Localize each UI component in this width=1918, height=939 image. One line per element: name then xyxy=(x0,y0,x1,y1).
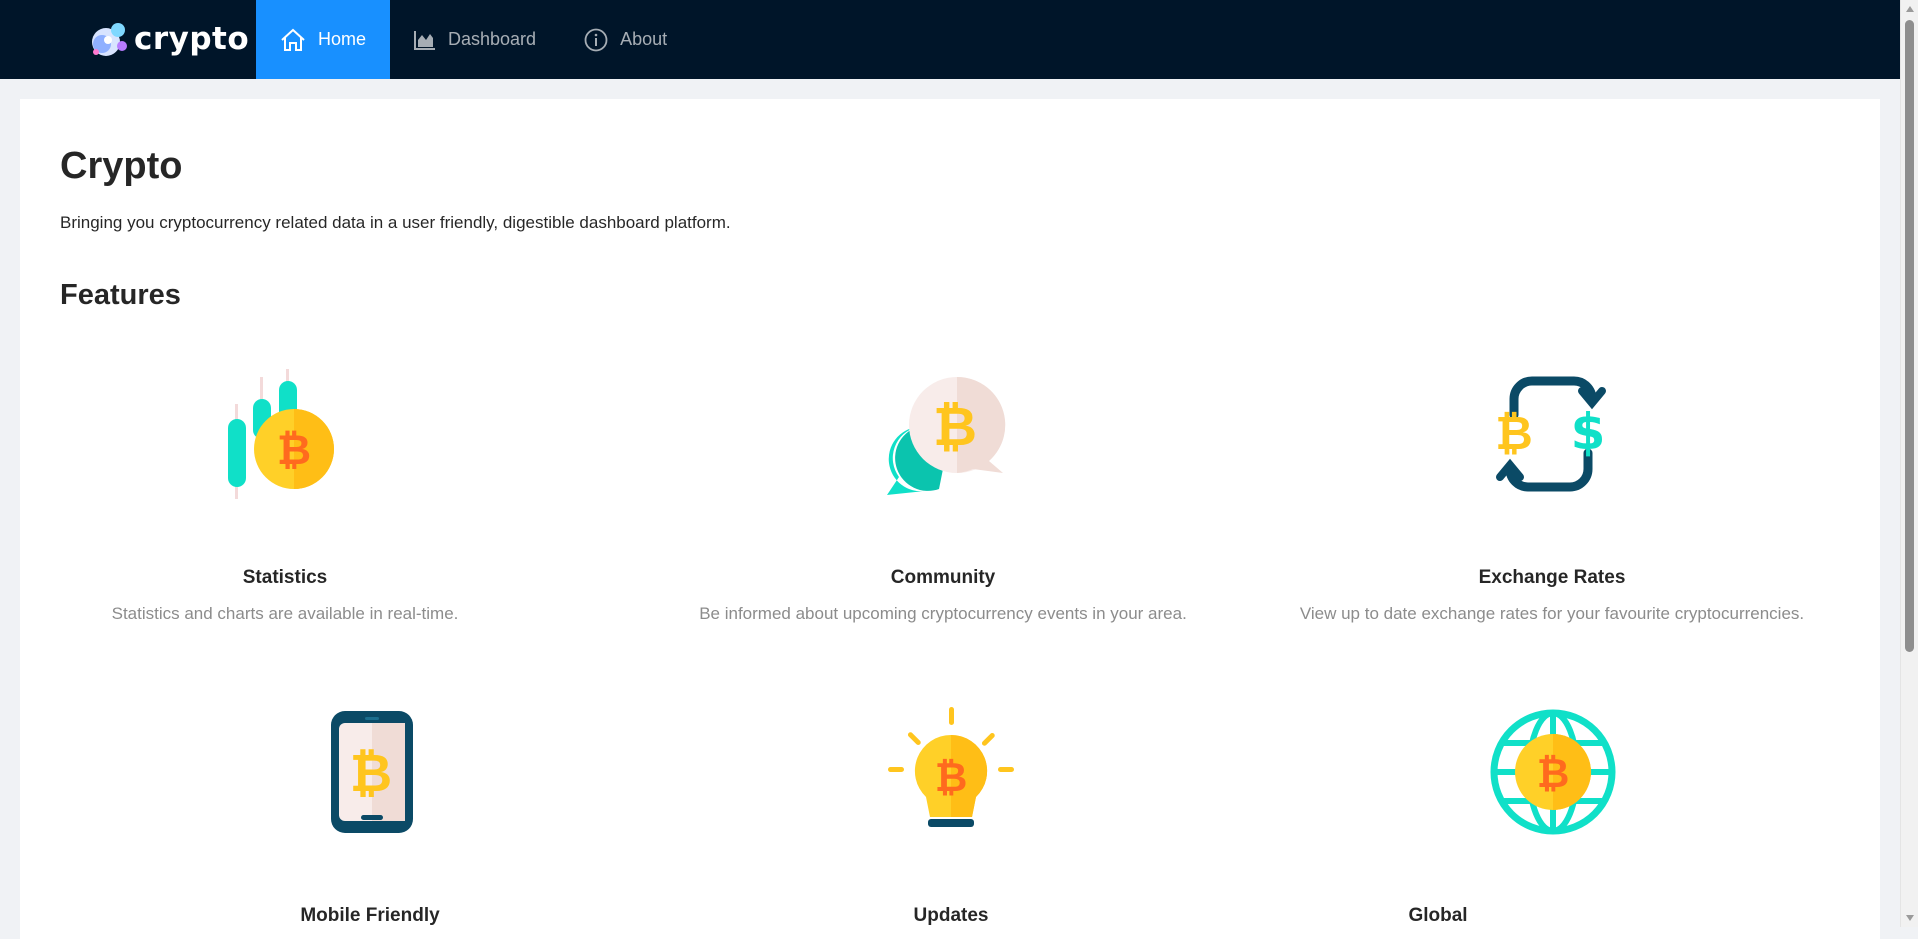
svg-text:₿: ₿ xyxy=(350,744,392,804)
scroll-up-arrow-icon[interactable] xyxy=(1906,6,1914,12)
home-icon xyxy=(281,28,305,51)
exchange-bitcoin-dollar-icon: ₿ $ xyxy=(1495,376,1606,492)
nav-home[interactable]: Home xyxy=(256,0,390,79)
scroll-down-arrow-icon[interactable] xyxy=(1906,915,1914,921)
crypto-logo-icon xyxy=(92,23,127,56)
chat-bitcoin-icon: ₿ xyxy=(887,376,1006,495)
feature-title: Global xyxy=(1408,905,1468,926)
area-chart-icon xyxy=(414,30,435,50)
svg-text:₿: ₿ xyxy=(1537,751,1570,797)
brand-name: crypto xyxy=(134,21,250,57)
svg-text:₿: ₿ xyxy=(1495,406,1533,460)
content-card: Crypto Bringing you cryptocurrency relat… xyxy=(20,99,1880,939)
feature-title: Mobile Friendly xyxy=(300,905,440,926)
main-menu: Home Dashboard About xyxy=(256,0,691,79)
feature-title: Community xyxy=(890,567,996,588)
feature-description: Be informed about upcoming cryptocurrenc… xyxy=(699,604,1187,623)
nav-home-label: Home xyxy=(318,29,367,49)
features-heading: Features xyxy=(60,279,181,311)
top-navbar: crypto Home Dashboard About xyxy=(0,0,1900,79)
nav-about[interactable]: About xyxy=(560,0,691,79)
svg-text:₿: ₿ xyxy=(277,425,311,474)
feature-title: Exchange Rates xyxy=(1478,567,1626,588)
feature-title: Statistics xyxy=(242,567,328,588)
phone-bitcoin-icon: ₿ xyxy=(331,711,413,833)
nav-dashboard[interactable]: Dashboard xyxy=(390,0,560,79)
page-subtitle: Bringing you cryptocurrency related data… xyxy=(60,213,731,232)
scroll-thumb[interactable] xyxy=(1905,20,1914,652)
brand-logo[interactable]: crypto xyxy=(88,18,249,62)
page-title: Crypto xyxy=(60,145,183,187)
nav-dashboard-label: Dashboard xyxy=(448,29,537,49)
svg-text:$: $ xyxy=(1571,403,1606,461)
feature-description: Statistics and charts are available in r… xyxy=(111,604,459,623)
page-scrollbar[interactable] xyxy=(1900,0,1918,927)
nav-about-label: About xyxy=(620,29,668,49)
lightbulb-bitcoin-icon: ₿ xyxy=(888,707,1014,827)
feature-description: View up to date exchange rates for your … xyxy=(1299,604,1805,623)
info-icon xyxy=(584,28,608,51)
feature-title: Updates xyxy=(913,905,989,926)
svg-text:₿: ₿ xyxy=(935,755,968,801)
candlestick-bitcoin-icon: ₿ xyxy=(228,369,334,499)
globe-bitcoin-icon: ₿ xyxy=(1490,709,1616,835)
svg-text:₿: ₿ xyxy=(933,395,977,458)
